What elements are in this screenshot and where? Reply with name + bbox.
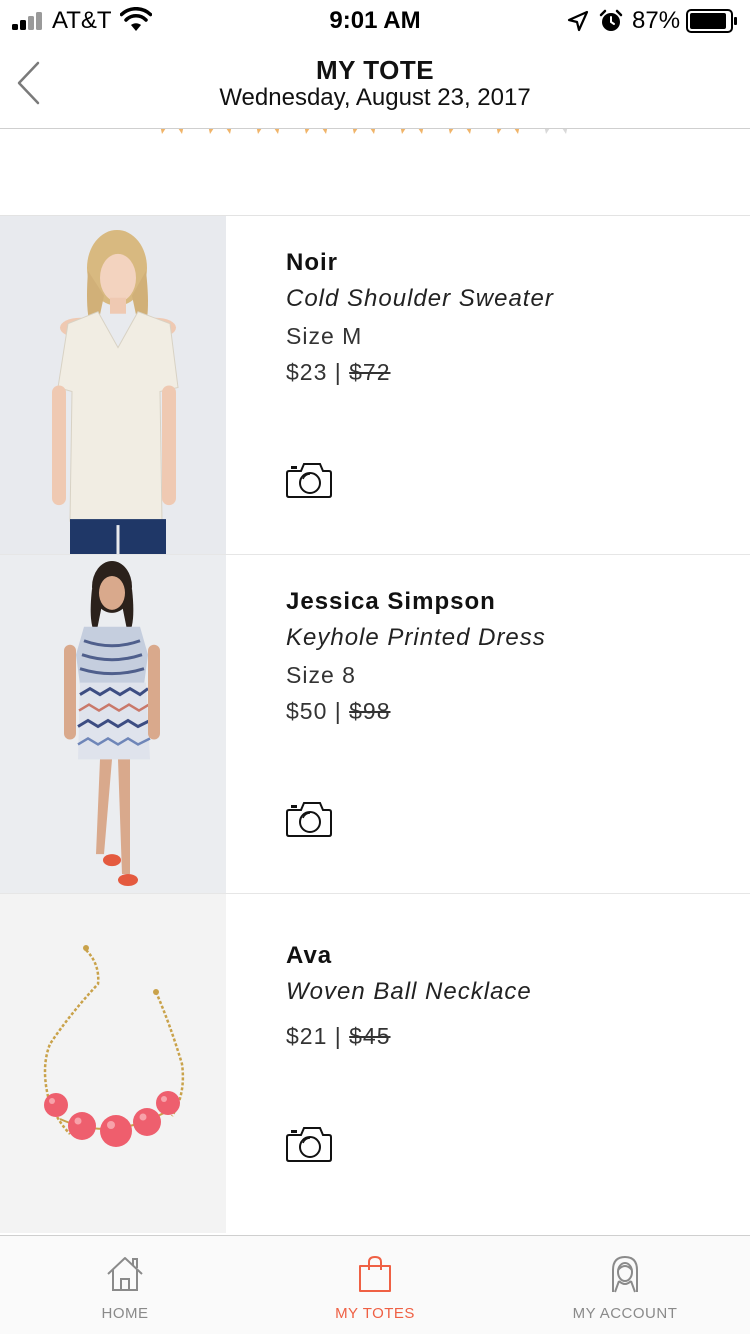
item-size: Size 8: [286, 662, 356, 688]
necklace-photo[interactable]: [0, 894, 226, 1233]
nav-header: MY TOTE Wednesday, August 23, 2017: [0, 40, 750, 129]
star-filled-icon[interactable]: [348, 129, 380, 134]
bag-icon: [359, 1255, 391, 1292]
camera-icon[interactable]: [286, 800, 332, 838]
tab-bar: HOME MY TOTES MY ACCOUNT: [0, 1235, 750, 1334]
tab-my-account[interactable]: MY ACCOUNT: [500, 1236, 750, 1334]
location-icon: [567, 10, 589, 32]
tab-my-totes-label: MY TOTES: [335, 1305, 415, 1322]
item-brand: Noir: [286, 249, 338, 276]
battery-percent: 87%: [632, 7, 681, 34]
star-filled-icon[interactable]: [252, 129, 284, 134]
dress-photo[interactable]: [0, 555, 226, 893]
item-original-price: $45: [349, 1023, 391, 1049]
item-product-name: Keyhole Printed Dress: [286, 624, 546, 651]
list-item[interactable]: Noir Cold Shoulder Sweater Size M $23 | …: [0, 216, 750, 555]
item-price: $21: [286, 1023, 328, 1049]
battery-icon: [686, 9, 737, 33]
star-filled-icon[interactable]: [444, 129, 476, 134]
alarm-icon: [599, 9, 623, 31]
price-separator: |: [334, 698, 342, 724]
star-filled-icon[interactable]: [492, 129, 524, 134]
star-filled-icon[interactable]: [396, 129, 428, 134]
item-brand: Ava: [286, 942, 333, 969]
tote-items-list: Noir Cold Shoulder Sweater Size M $23 | …: [0, 216, 750, 1233]
tab-my-account-label: MY ACCOUNT: [572, 1305, 678, 1322]
item-price-line: $21 | $45: [286, 1023, 391, 1050]
item-price: $23: [286, 359, 328, 385]
item-product-name: Cold Shoulder Sweater: [286, 285, 554, 312]
sweater-photo[interactable]: [0, 216, 226, 554]
star-filled-icon[interactable]: [156, 129, 188, 134]
page-date: Wednesday, August 23, 2017: [219, 84, 531, 111]
list-item[interactable]: Jessica Simpson Keyhole Printed Dress Si…: [0, 555, 750, 894]
item-price-line: $23 | $72: [286, 359, 391, 386]
item-original-price: $72: [349, 359, 391, 385]
item-original-price: $98: [349, 698, 391, 724]
item-product-name: Woven Ball Necklace: [286, 978, 532, 1005]
tab-home[interactable]: HOME: [0, 1236, 250, 1334]
item-price-line: $50 | $98: [286, 698, 391, 725]
item-brand: Jessica Simpson: [286, 588, 496, 615]
star-empty-icon[interactable]: [540, 129, 572, 134]
account-icon: [612, 1255, 638, 1293]
star-filled-icon[interactable]: [204, 129, 236, 134]
price-separator: |: [334, 359, 342, 385]
item-size: Size M: [286, 323, 363, 349]
camera-icon[interactable]: [286, 461, 332, 499]
list-item[interactable]: Ava Woven Ball Necklace $21 | $45: [0, 894, 750, 1233]
tab-my-totes[interactable]: MY TOTES: [250, 1236, 500, 1334]
rating-strip: [0, 129, 750, 216]
star-filled-icon[interactable]: [300, 129, 332, 134]
home-icon: [107, 1257, 143, 1291]
page-title: MY TOTE: [315, 55, 435, 85]
star-rating[interactable]: [152, 129, 602, 137]
camera-icon[interactable]: [286, 1125, 332, 1163]
price-separator: |: [334, 1023, 342, 1049]
status-bar: AT&T 9:01 AM 87%: [0, 0, 750, 40]
tab-home-label: HOME: [101, 1305, 149, 1322]
item-price: $50: [286, 698, 328, 724]
